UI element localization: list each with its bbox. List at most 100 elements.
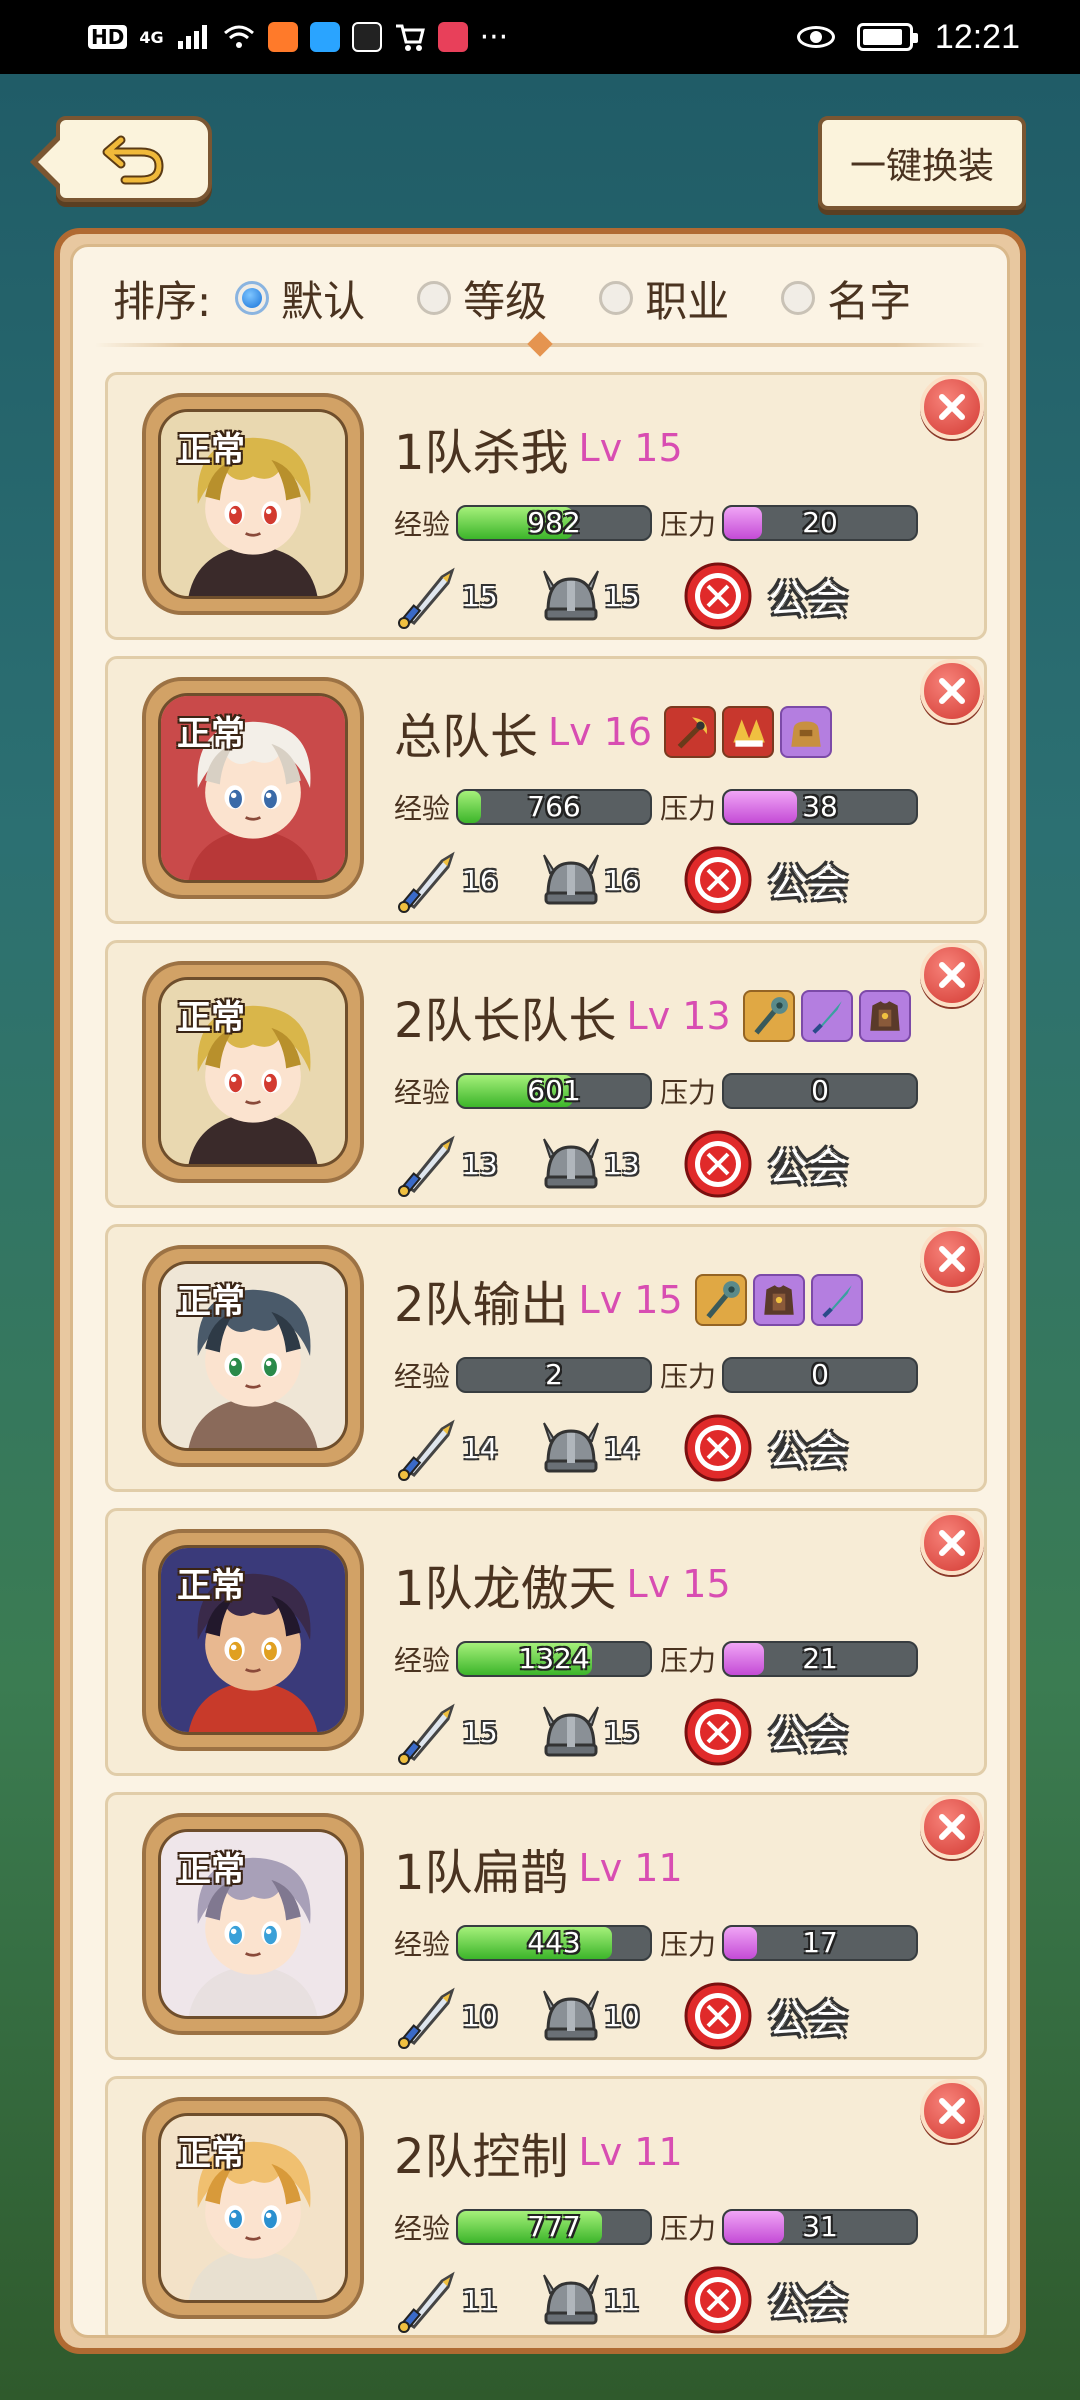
guild-label: 公会 xyxy=(768,1713,848,1759)
member-name: 1队龙傲天 xyxy=(394,1561,617,1617)
character-portrait[interactable]: 正常 xyxy=(142,677,364,899)
stats-row: 13 13 公会 xyxy=(394,1129,848,1199)
sort-option-label: 默认 xyxy=(281,276,366,326)
guild-emblem-icon xyxy=(684,1698,752,1766)
dismiss-member-button[interactable] xyxy=(920,943,984,1007)
back-button[interactable] xyxy=(30,116,212,202)
armor-icon[interactable] xyxy=(752,1274,805,1326)
guild-stat[interactable] xyxy=(682,1412,754,1484)
guild-emblem-icon xyxy=(684,562,752,630)
member-list: 正常 1队杀我 Lv 15 经验 982 压力 20 15 15 公会 正常 总… xyxy=(105,372,987,2335)
mace-icon[interactable] xyxy=(742,990,795,1042)
portrait-frame: 正常 xyxy=(158,977,348,1167)
exp-bar: 2 xyxy=(456,1357,653,1393)
armor-icon[interactable] xyxy=(858,990,911,1042)
sort-option-label: 等级 xyxy=(463,276,548,326)
sort-option-default[interactable]: 默认 xyxy=(235,268,365,329)
dagger-icon[interactable] xyxy=(810,1274,863,1326)
defense-stat xyxy=(536,2265,606,2335)
close-icon xyxy=(939,2098,965,2124)
character-portrait[interactable]: 正常 xyxy=(142,2097,364,2319)
guild-label: 公会 xyxy=(768,1997,848,2043)
defense-stat xyxy=(536,561,606,631)
status-tag: 正常 xyxy=(177,1282,245,1322)
guild-stat[interactable] xyxy=(682,1128,754,1200)
attack-value: 16 xyxy=(462,863,498,897)
member-card[interactable]: 正常 1队扁鹊 Lv 11 经验 443 压力 17 10 10 公会 xyxy=(105,1792,987,2060)
pressure-label: 压力 xyxy=(660,792,717,825)
radio-selected-icon[interactable] xyxy=(235,281,270,315)
member-name: 1队扁鹊 xyxy=(394,1845,569,1901)
exp-value: 443 xyxy=(527,1926,581,1959)
sword-icon xyxy=(398,851,455,913)
defense-stat xyxy=(536,1413,606,1483)
guild-stat[interactable] xyxy=(682,844,754,916)
bag-icon[interactable] xyxy=(780,706,833,758)
member-level: Lv 15 xyxy=(626,1562,731,1606)
guild-stat[interactable] xyxy=(682,1980,754,2052)
sword-icon xyxy=(398,1703,455,1765)
member-card[interactable]: 正常 1队杀我 Lv 15 经验 982 压力 20 15 15 公会 xyxy=(105,372,987,640)
member-card[interactable]: 正常 2队控制 Lv 11 经验 777 压力 31 11 11 公会 xyxy=(105,2076,987,2335)
helmet-icon xyxy=(543,854,599,905)
character-portrait[interactable]: 正常 xyxy=(142,1529,364,1751)
dismiss-member-button[interactable] xyxy=(920,375,984,439)
guild-label: 公会 xyxy=(768,861,848,907)
status-tag: 正常 xyxy=(177,430,245,470)
radio-icon[interactable] xyxy=(417,281,452,315)
dismiss-member-button[interactable] xyxy=(920,1511,984,1575)
attack-stat xyxy=(394,1697,464,1767)
mace-icon[interactable] xyxy=(694,1274,747,1326)
exp-label: 经验 xyxy=(394,1644,451,1677)
exp-bar: 443 xyxy=(456,1925,653,1961)
status-tag: 正常 xyxy=(177,2134,245,2174)
helmet-icon xyxy=(543,2274,599,2325)
dismiss-member-button[interactable] xyxy=(920,1227,984,1291)
stats-row: 16 16 公会 xyxy=(394,845,848,915)
dagger-icon[interactable] xyxy=(800,990,853,1042)
sort-option-class[interactable]: 职业 xyxy=(599,268,729,329)
guild-stat[interactable] xyxy=(682,560,754,632)
dismiss-member-button[interactable] xyxy=(920,2079,984,2143)
member-card[interactable]: 正常 总队长 Lv 16 经验 766 压力 38 16 16 公会 xyxy=(105,656,987,924)
axe-icon[interactable] xyxy=(664,706,717,758)
member-level: Lv 16 xyxy=(548,710,653,754)
character-portrait[interactable]: 正常 xyxy=(142,393,364,615)
tiktok-app-icon xyxy=(351,22,382,52)
exp-value: 982 xyxy=(527,506,581,539)
name-row: 2队输出 Lv 15 xyxy=(394,1267,869,1333)
close-icon xyxy=(939,1246,965,1272)
member-card[interactable]: 正常 1队龙傲天 Lv 15 经验 1324 压力 21 15 15 公会 xyxy=(105,1508,987,1776)
portrait-frame: 正常 xyxy=(158,1829,348,2019)
guild-stat[interactable] xyxy=(682,2264,754,2335)
exp-value: 766 xyxy=(527,790,581,823)
exp-value: 777 xyxy=(527,2210,581,2243)
crest-icon[interactable] xyxy=(722,706,775,758)
dismiss-member-button[interactable] xyxy=(920,1795,984,1859)
stats-row: 14 14 公会 xyxy=(394,1413,848,1483)
radio-icon[interactable] xyxy=(781,281,816,315)
radio-icon[interactable] xyxy=(599,281,634,315)
roster-panel: 排序: 默认 等级 职业 名字 正常 1队杀我 Lv 15 经验 982 压力 … xyxy=(54,228,1026,2354)
pressure-bar: 21 xyxy=(722,1641,919,1677)
member-card[interactable]: 正常 2队输出 Lv 15 经验 2 压力 0 14 14 公会 xyxy=(105,1224,987,1492)
member-level: Lv 13 xyxy=(626,994,731,1038)
character-portrait[interactable]: 正常 xyxy=(142,961,364,1183)
member-card[interactable]: 正常 2队长队长 Lv 13 经验 601 压力 0 13 13 公会 xyxy=(105,940,987,1208)
one-click-equip-button[interactable]: 一键换装 xyxy=(818,116,1026,210)
guild-stat[interactable] xyxy=(682,1696,754,1768)
helmet-icon xyxy=(543,1138,599,1189)
name-row: 1队扁鹊 Lv 11 xyxy=(394,1835,695,1901)
portrait-frame: 正常 xyxy=(158,409,348,599)
sort-option-name[interactable]: 名字 xyxy=(781,268,911,329)
exp-value: 2 xyxy=(545,1358,563,1391)
character-portrait[interactable]: 正常 xyxy=(142,1813,364,2035)
dismiss-member-button[interactable] xyxy=(920,659,984,723)
character-portrait[interactable]: 正常 xyxy=(142,1245,364,1467)
sort-option-label: 职业 xyxy=(645,276,730,326)
guild-emblem-icon xyxy=(684,1130,752,1198)
exp-label: 经验 xyxy=(394,792,451,825)
sort-option-level[interactable]: 等级 xyxy=(417,268,547,329)
pressure-value: 31 xyxy=(802,2210,838,2243)
pressure-label: 压力 xyxy=(660,1076,717,1109)
